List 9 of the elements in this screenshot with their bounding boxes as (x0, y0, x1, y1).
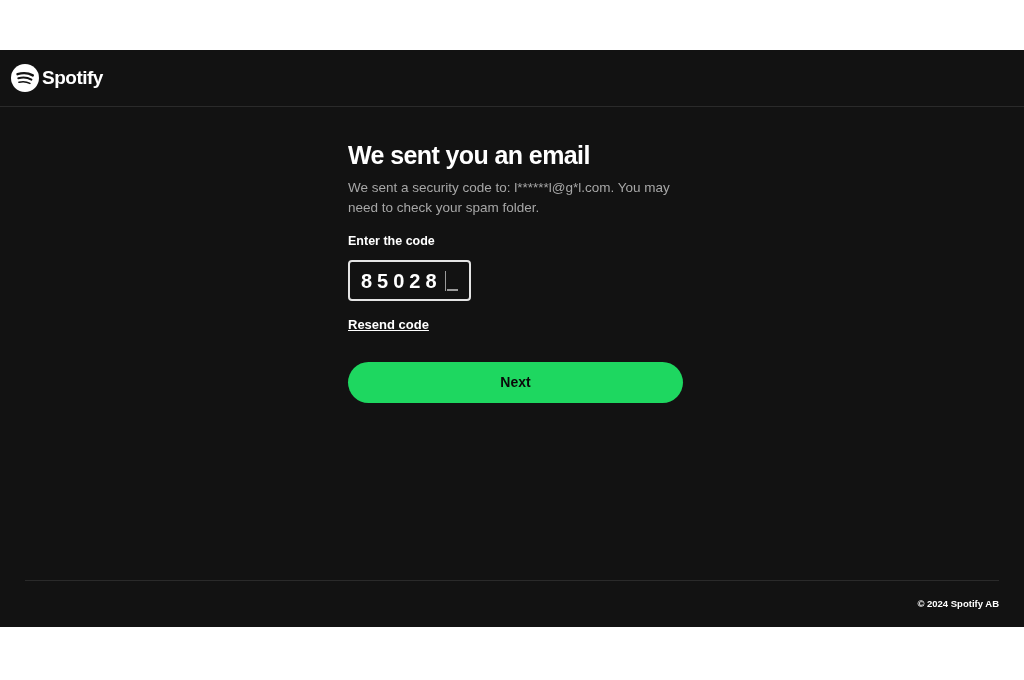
logo-wordmark: Spotify (42, 65, 103, 90)
info-message: We sent a security code to: l******l@g*l.com. You may need to check your spam folder. (348, 179, 671, 217)
field-label: Enter the code (348, 233, 435, 250)
next-button[interactable]: Next (348, 362, 683, 403)
resend-code-link[interactable]: Resend code (348, 316, 429, 334)
page-title: We sent you an email (348, 140, 590, 170)
code-input-field[interactable]: 85028 (348, 260, 471, 301)
logo-icon (11, 64, 39, 92)
copyright-text: © 2024 Spotify AB (917, 596, 999, 611)
